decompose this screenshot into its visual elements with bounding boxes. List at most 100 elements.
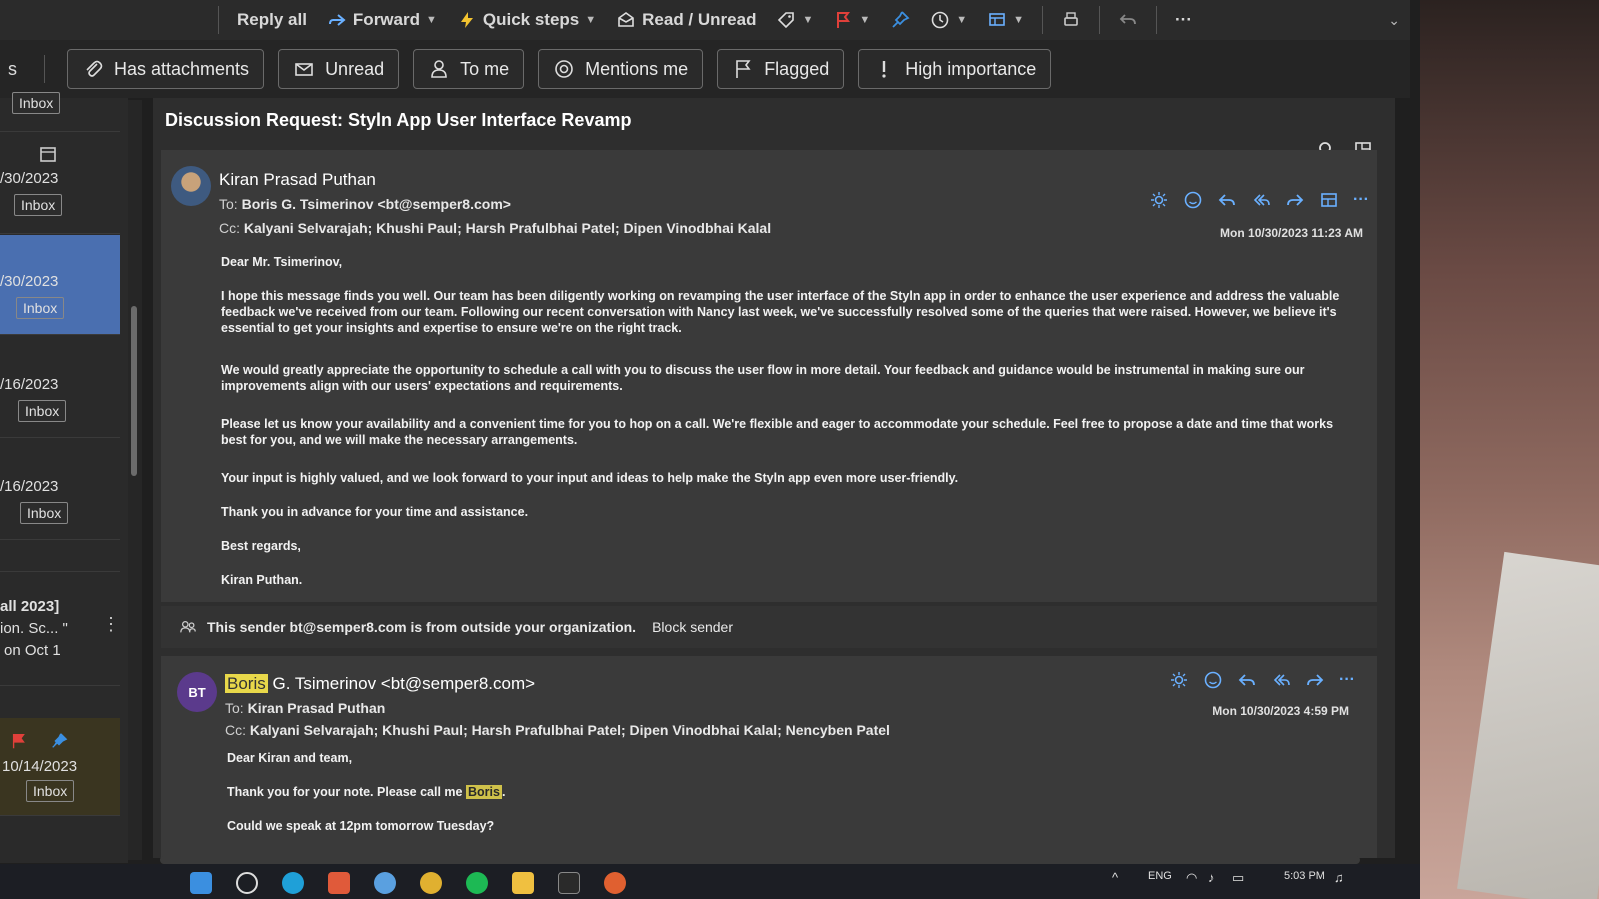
forward-button[interactable]: Forward ▼: [317, 0, 447, 40]
list-item[interactable]: /16/2023 Inbox: [0, 440, 120, 540]
list-item-flagged[interactable]: 10/14/2023 Inbox: [0, 718, 120, 816]
to-recipient[interactable]: Boris G. Tsimerinov <bt@semper8.com>: [242, 196, 511, 212]
app-icon[interactable]: [374, 872, 396, 894]
signature: Kiran Puthan.: [221, 573, 303, 587]
reply-all-label: Reply all: [237, 10, 307, 29]
message-list-scrollbar[interactable]: [128, 100, 142, 860]
to-line: To: Boris G. Tsimerinov <bt@semper8.com>: [219, 196, 511, 212]
chip-label: Flagged: [764, 58, 830, 79]
filter-unread[interactable]: Unread: [278, 49, 400, 89]
chevron-down-icon[interactable]: ▼: [426, 14, 437, 26]
to-recipient[interactable]: Kiran Prasad Puthan: [248, 700, 386, 716]
person-icon: [431, 60, 447, 78]
avatar[interactable]: BT: [177, 672, 217, 712]
list-item[interactable]: Inbox: [0, 92, 120, 132]
ribbon-separator: [1099, 6, 1101, 34]
snooze-button[interactable]: ▼: [920, 0, 977, 40]
language-indicator[interactable]: ENG: [1148, 870, 1172, 882]
cc-label: Cc:: [225, 722, 246, 738]
cc-recipients[interactable]: Kalyani Selvarajah; Khushi Paul; Harsh P…: [250, 722, 890, 738]
calendar-icon: [40, 147, 56, 162]
at-sign-icon: [555, 60, 573, 78]
list-item-selected[interactable]: /30/2023 Inbox: [0, 235, 120, 335]
categorize-button[interactable]: ▼: [766, 0, 823, 40]
list-divider: [0, 542, 120, 572]
collapse-ribbon-button[interactable]: ⌄: [1378, 0, 1410, 40]
chevron-down-icon[interactable]: ▼: [956, 14, 967, 26]
quick-steps-button[interactable]: Quick steps ▼: [447, 0, 606, 40]
file-explorer-icon[interactable]: [512, 872, 534, 894]
sender-name[interactable]: Boris G. Tsimerinov <bt@semper8.com>: [225, 674, 535, 694]
reply-icon[interactable]: [1237, 670, 1257, 690]
reply-icon[interactable]: [1217, 190, 1237, 210]
undo-button[interactable]: [1108, 0, 1148, 40]
flag-icon: [12, 734, 25, 749]
app-icon[interactable]: [604, 872, 626, 894]
chevron-down-icon[interactable]: ▼: [1013, 14, 1024, 26]
avatar[interactable]: [171, 166, 211, 206]
list-item[interactable]: /30/2023 Inbox: [0, 134, 120, 234]
spotify-icon[interactable]: [466, 872, 488, 894]
list-item[interactable]: all 2023] ion. Sc... " on Oct 1 ⋮: [0, 574, 120, 686]
reply-all-button[interactable]: Reply all: [227, 0, 317, 40]
print-button[interactable]: [1051, 0, 1091, 40]
filter-mentions-me[interactable]: Mentions me: [538, 49, 704, 89]
chrome-icon[interactable]: [420, 872, 442, 894]
scrollbar-thumb[interactable]: [131, 306, 137, 476]
edge-icon[interactable]: [282, 872, 304, 894]
body-paragraph: Thank you for your note. Please call me …: [227, 784, 1367, 800]
ribbon-toolbar: Reply all Forward ▼ Quick steps ▼ Read /…: [0, 0, 1410, 40]
emoji-icon[interactable]: [1183, 190, 1203, 210]
reply-all-icon[interactable]: [1271, 670, 1291, 690]
app-icon[interactable]: [558, 872, 580, 894]
to-line: To: Kiran Prasad Puthan: [225, 700, 385, 716]
more-options-icon[interactable]: ···: [1353, 191, 1369, 209]
block-sender-link[interactable]: Block sender: [652, 619, 733, 635]
chevron-down-icon[interactable]: ▼: [802, 14, 813, 26]
filter-to-me[interactable]: To me: [413, 49, 525, 89]
pin-button[interactable]: [880, 0, 920, 40]
horizontal-scrollbar[interactable]: [160, 856, 1360, 864]
read-unread-button[interactable]: Read / Unread: [606, 0, 766, 40]
filter-flagged[interactable]: Flagged: [717, 49, 845, 89]
clock-time[interactable]: 5:03 PM: [1284, 870, 1325, 882]
forward-icon[interactable]: [1305, 670, 1325, 690]
sender-name[interactable]: Kiran Prasad Puthan: [219, 170, 376, 190]
chevron-down-icon[interactable]: ▼: [585, 14, 596, 26]
email-subject: Discussion Request: Styln App User Inter…: [165, 110, 632, 130]
body-paragraph: We would greatly appreciate the opportun…: [221, 363, 1305, 393]
app-icon[interactable]: [328, 872, 350, 894]
filter-has-attachments[interactable]: Has attachments: [67, 49, 265, 89]
sun-icon[interactable]: [1149, 190, 1169, 210]
sun-icon[interactable]: [1169, 670, 1189, 690]
list-item[interactable]: /16/2023 Inbox: [0, 338, 120, 438]
emoji-icon[interactable]: [1203, 670, 1223, 690]
teams-icon[interactable]: [1319, 190, 1339, 210]
more-options-icon[interactable]: ···: [1339, 671, 1355, 689]
list-item-preview: on Oct 1: [4, 642, 61, 659]
search-icon[interactable]: [236, 872, 258, 894]
forward-icon[interactable]: [1285, 190, 1305, 210]
reply-all-icon[interactable]: [1251, 190, 1271, 210]
message-actions: ···: [1169, 670, 1355, 690]
chevron-up-icon[interactable]: ^: [1112, 870, 1118, 885]
ribbon-separator: [1042, 6, 1044, 34]
battery-icon[interactable]: ▭: [1232, 870, 1244, 886]
more-vertical-icon[interactable]: ⋮: [102, 614, 120, 635]
more-options-button[interactable]: ···: [1165, 0, 1202, 40]
body-text: Thank you for your note. Please call me: [227, 785, 463, 799]
to-label: To:: [225, 700, 244, 716]
volume-icon[interactable]: ♪: [1208, 870, 1215, 885]
message-list: Inbox /30/2023 Inbox /30/2023 Inbox /16/…: [0, 92, 128, 863]
filter-high-importance[interactable]: High importance: [858, 49, 1052, 89]
wifi-icon[interactable]: ◠: [1186, 870, 1197, 886]
forward-label: Forward: [352, 10, 420, 29]
rules-button[interactable]: ▼: [977, 0, 1034, 40]
external-sender-notice: This sender bt@semper8.com is from outsi…: [161, 606, 1377, 648]
start-icon[interactable]: [190, 872, 212, 894]
more-label: ···: [1175, 10, 1192, 29]
notification-bell-icon[interactable]: ♫: [1334, 870, 1344, 885]
flag-button[interactable]: ▼: [823, 0, 880, 40]
cc-recipients[interactable]: Kalyani Selvarajah; Khushi Paul; Harsh P…: [244, 220, 771, 236]
chevron-down-icon[interactable]: ▼: [859, 14, 870, 26]
